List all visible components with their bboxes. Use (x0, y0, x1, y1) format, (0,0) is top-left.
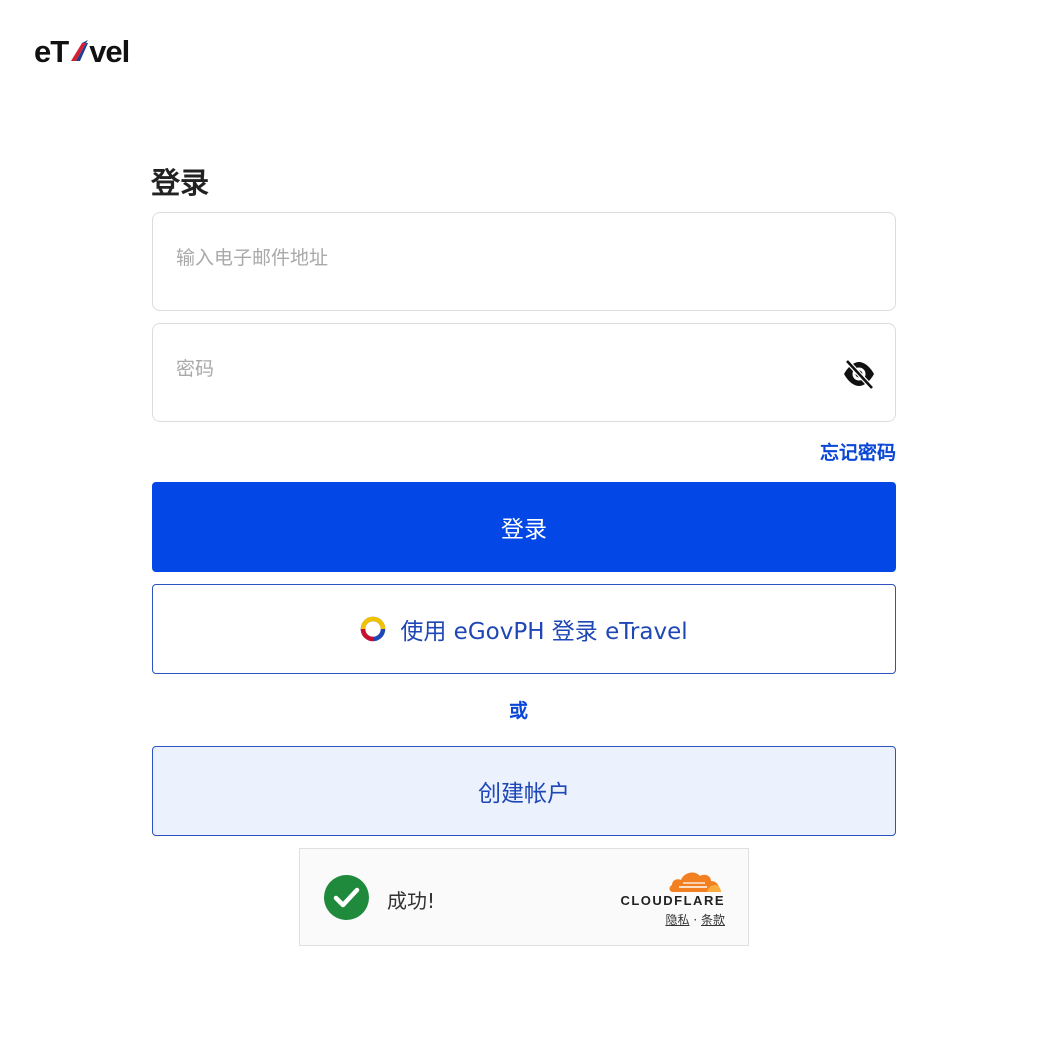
cloudflare-cloud-icon (667, 867, 723, 893)
email-field[interactable] (176, 209, 816, 306)
or-divider: 或 (508, 700, 528, 722)
page-title: 登录 (151, 166, 210, 200)
egov-login-button[interactable]: 使用 eGovPH 登录 eTravel (152, 584, 896, 674)
cloudflare-links: 隐私 · 条款 (665, 911, 725, 928)
cloudflare-turnstile: 成功! CLOUDFLARE 隐私 · 条款 (299, 848, 749, 946)
create-account-button[interactable]: 创建帐户 (152, 746, 896, 836)
captcha-status: 成功! (387, 889, 436, 913)
login-button-label: 登录 (501, 517, 547, 543)
cloudflare-wordmark: CLOUDFLARE (620, 893, 725, 908)
logo-flag-icon (69, 39, 89, 65)
egov-login-label: 使用 eGovPH 登录 eTravel (400, 619, 688, 645)
password-field-box (152, 320, 896, 422)
login-button[interactable]: 登录 (152, 482, 896, 572)
terms-link[interactable]: 条款 (701, 913, 725, 927)
create-account-label: 创建帐户 (478, 781, 570, 807)
forgot-password-link[interactable]: 忘记密码 (820, 438, 896, 465)
privacy-link[interactable]: 隐私 (665, 913, 689, 927)
logo-text-right: vel (89, 34, 130, 69)
password-field[interactable] (176, 320, 816, 417)
check-circle-icon (324, 875, 369, 920)
etravel-logo[interactable]: eT vel (34, 32, 130, 72)
logo-text-left: eT (34, 34, 69, 69)
cloudflare-brand: CLOUDFLARE 隐私 · 条款 (610, 867, 725, 929)
links-separator: · (693, 913, 698, 927)
egov-ring-icon (360, 616, 386, 642)
eye-off-icon[interactable] (841, 356, 877, 392)
email-field-box (152, 209, 896, 311)
